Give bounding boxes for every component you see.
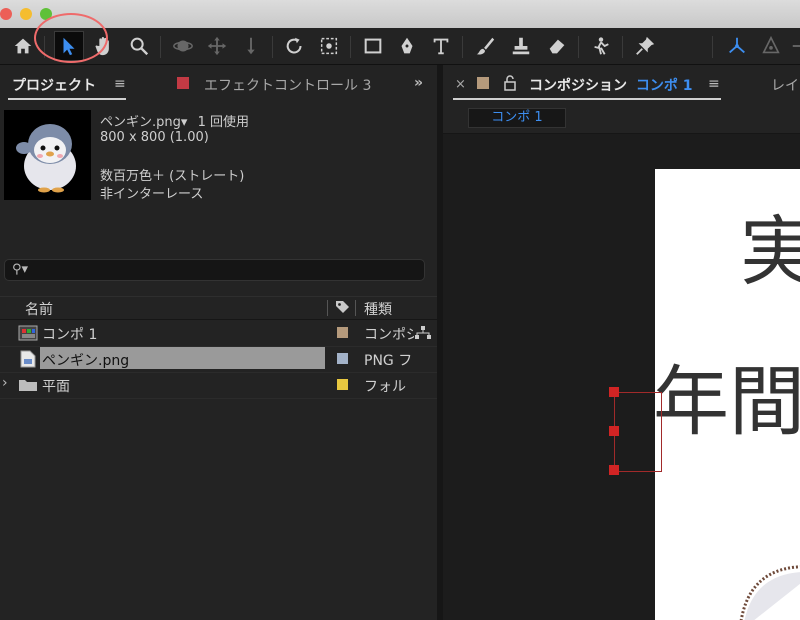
composition-viewer[interactable]: 実 年間 — [443, 134, 800, 620]
orbit-camera-icon[interactable] — [168, 31, 198, 61]
tab-comp-name: コンポ 1 — [635, 78, 693, 94]
window-titlebar — [0, 0, 800, 28]
composition-tabbar: × コンポジション コンポ 1 ≡ レイ — [443, 65, 800, 103]
world-axis-icon[interactable] — [756, 31, 786, 61]
tools-toolbar — [0, 28, 800, 65]
local-axis-icon[interactable] — [722, 31, 752, 61]
dolly-camera-icon[interactable] — [236, 31, 266, 61]
zoom-tool-icon[interactable] — [124, 31, 154, 61]
search-icon[interactable]: ⚲▾ — [12, 262, 28, 277]
item-type: フォル — [364, 379, 406, 395]
active-tab-underline — [453, 98, 721, 100]
transform-handle[interactable] — [609, 387, 619, 397]
composition-panel: × コンポジション コンポ 1 ≡ レイ コンポ 1 実 年間 — [443, 65, 800, 620]
project-table-header: 名前 種類 — [0, 296, 437, 320]
pen-tool-icon[interactable] — [392, 31, 422, 61]
composition-label-swatch — [477, 77, 489, 89]
png-file-icon — [20, 350, 36, 368]
item-name: 平面 — [42, 379, 70, 395]
tab-project[interactable]: プロジェクト — [12, 75, 96, 95]
project-search-input[interactable]: ⚲▾ — [4, 259, 425, 281]
item-usage: 1 回使用 — [197, 115, 249, 130]
eraser-tool-icon[interactable] — [542, 31, 572, 61]
canvas-text-middle[interactable]: 年間 — [655, 357, 800, 447]
transform-handle[interactable] — [609, 465, 619, 475]
comp-breadcrumb-chip[interactable]: コンポ 1 — [468, 108, 566, 128]
penguin-layer-preview[interactable] — [735, 539, 800, 620]
item-field-order: 非インターレース — [100, 187, 204, 202]
tab-effect-controls[interactable]: エフェクトコントロール 3 — [204, 75, 371, 95]
close-tab-icon[interactable]: × — [455, 77, 466, 92]
brush-tool-icon[interactable] — [470, 31, 500, 61]
composition-canvas[interactable]: 実 年間 — [655, 169, 800, 620]
roto-brush-tool-icon[interactable] — [586, 31, 616, 61]
rectangle-tool-icon[interactable] — [358, 31, 388, 61]
folder-icon — [19, 380, 37, 391]
item-dropdown-icon[interactable]: ▾ — [181, 115, 188, 130]
canvas-text-top[interactable]: 実 — [740, 207, 800, 297]
pan-camera-icon[interactable] — [202, 31, 232, 61]
column-type-header[interactable]: 種類 — [364, 299, 392, 319]
item-thumbnail — [4, 110, 91, 200]
tab-prefix: コンポジション — [529, 78, 627, 94]
effects-label-swatch — [177, 77, 189, 89]
label-color-swatch[interactable] — [337, 327, 348, 338]
transform-handle[interactable] — [609, 426, 619, 436]
item-name: コンポ 1 — [42, 327, 98, 343]
item-type: PNG フ — [364, 353, 413, 369]
type-tool-icon[interactable] — [426, 31, 456, 61]
project-item-row[interactable]: › 平面 フォル — [0, 372, 437, 399]
label-color-swatch[interactable] — [337, 379, 348, 390]
view-axis-icon[interactable] — [786, 31, 800, 61]
tab-layer[interactable]: レイ — [771, 75, 799, 95]
composition-icon — [18, 325, 38, 341]
item-type: コンポジ — [364, 327, 414, 343]
project-item-row[interactable]: ペンギン.png PNG フ — [0, 346, 437, 373]
puppet-pin-tool-icon[interactable] — [630, 31, 660, 61]
tab-composition[interactable]: コンポジション コンポ 1 — [529, 75, 693, 95]
item-title-line: ペンギン.png▾ 1 回使用 — [100, 111, 249, 130]
rotate-tool-icon[interactable] — [280, 31, 310, 61]
panel-menu-icon[interactable]: ≡ — [114, 76, 126, 92]
pan-behind-tool-icon[interactable] — [314, 31, 344, 61]
annotation-circle — [34, 13, 108, 63]
project-panel: プロジェクト ≡ エフェクトコントロール 3 » ペンギン.png▾ 1 回使用… — [0, 65, 437, 620]
lock-icon[interactable] — [503, 75, 517, 91]
project-item-row[interactable]: コンポ 1 コンポジ — [0, 320, 437, 347]
close-window-button[interactable] — [0, 8, 12, 20]
panel-menu-icon[interactable]: ≡ — [708, 76, 720, 92]
expand-chevron-icon[interactable]: › — [2, 375, 8, 391]
panel-overflow-icon[interactable]: » — [414, 75, 423, 91]
flowchart-icon[interactable] — [414, 326, 432, 340]
active-tab-underline — [8, 98, 126, 100]
column-name-header[interactable]: 名前 — [25, 299, 53, 319]
clone-stamp-tool-icon[interactable] — [506, 31, 536, 61]
item-name: ペンギン.png — [42, 353, 130, 369]
item-dimensions: 800 x 800 (1.00) — [100, 130, 209, 145]
project-tabbar: プロジェクト ≡ エフェクトコントロール 3 » — [0, 65, 437, 103]
label-color-swatch[interactable] — [337, 353, 348, 364]
item-color-depth: 数百万色＋ (ストレート) — [100, 169, 245, 184]
minimize-window-button[interactable] — [20, 8, 32, 20]
label-tag-icon[interactable] — [334, 299, 350, 319]
composition-navigator: コンポ 1 — [443, 103, 800, 134]
layer-bounding-box[interactable] — [614, 392, 662, 472]
penguin-thumbnail-image — [4, 110, 91, 200]
item-filename: ペンギン.png — [100, 115, 181, 130]
